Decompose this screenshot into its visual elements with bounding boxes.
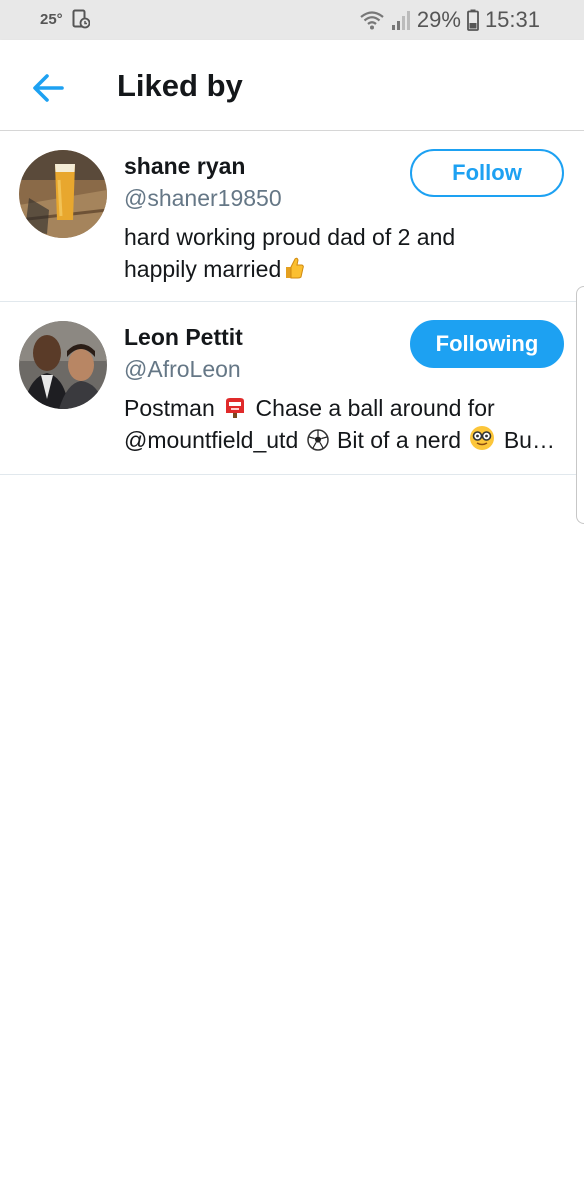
- side-edge-panel-handle[interactable]: [576, 286, 584, 524]
- back-arrow-icon: [33, 74, 64, 102]
- user-handle: @shaner19850: [124, 185, 282, 211]
- follow-button[interactable]: Follow: [410, 149, 564, 197]
- user-list-item[interactable]: shane ryan @shaner19850 hard working pro…: [0, 131, 584, 302]
- user-name: Leon Pettit: [124, 324, 243, 350]
- battery-icon: [467, 9, 479, 31]
- battery-percent: 29%: [416, 7, 461, 32]
- wifi-icon: [360, 11, 384, 30]
- status-right-group: 29% 15:31: [359, 6, 540, 34]
- user-bio: Postman Chase a ball around for @mountfi…: [124, 392, 564, 456]
- avatar[interactable]: [19, 150, 107, 238]
- app-header: Liked by: [0, 40, 584, 131]
- bio-line: Postman Chase a ball around for: [124, 392, 564, 424]
- user-list-item[interactable]: Leon Pettit @AfroLeon Postman Chase a ba…: [0, 302, 584, 475]
- user-bio: hard working proud dad of 2 and happily …: [124, 221, 564, 285]
- back-button[interactable]: [22, 66, 74, 110]
- bio-text: Bit of a nerd: [337, 427, 462, 453]
- user-handle: @AfroLeon: [124, 356, 241, 382]
- temperature-text: 25°: [40, 11, 63, 28]
- status-bar: 25° 29% 15:31: [0, 0, 584, 40]
- bio-mention-link[interactable]: @mountfield_utd: [124, 427, 298, 453]
- bio-line: happily married: [124, 253, 564, 285]
- bio-text: Bu…: [503, 427, 555, 453]
- bio-text: Chase a ball around for: [255, 395, 495, 421]
- page-title: Liked by: [117, 68, 243, 103]
- user-name: shane ryan: [124, 153, 246, 179]
- soccer-ball-icon: [306, 429, 329, 451]
- signal-icon: [391, 11, 410, 30]
- avatar-beer-image: [19, 150, 107, 238]
- bio-text: Postman: [124, 395, 215, 421]
- nerd-face-icon: [470, 426, 495, 450]
- bio-line: @mountfield_utd Bit of a nerd Bu…: [124, 424, 564, 456]
- thumbs-up-icon: [286, 257, 305, 279]
- bio-line: hard working proud dad of 2 and: [124, 224, 456, 250]
- following-button[interactable]: Following: [410, 320, 564, 368]
- mailbox-icon: [226, 398, 245, 418]
- bio-text: happily married: [124, 256, 282, 282]
- avatar[interactable]: [19, 321, 107, 409]
- clock: 15:31: [484, 7, 540, 32]
- screen-record-icon: [72, 9, 90, 29]
- avatar-selfie-image: [19, 321, 107, 409]
